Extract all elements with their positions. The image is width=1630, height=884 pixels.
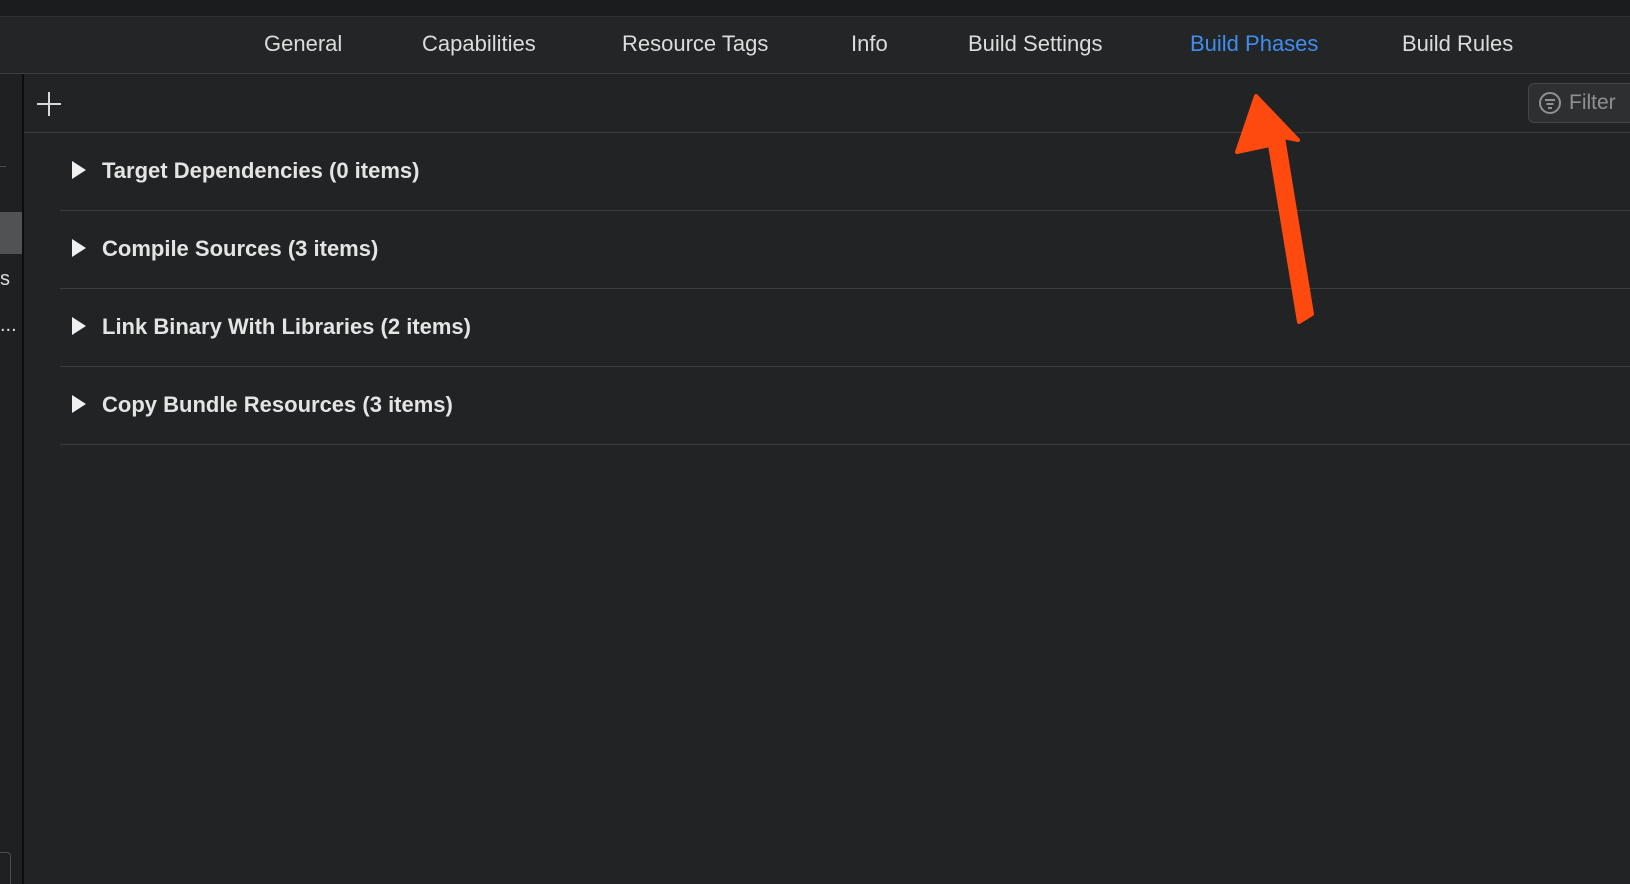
phase-copy-bundle-resources[interactable]: Copy Bundle Resources (3 items): [60, 367, 1630, 445]
sidebar-bottom-control[interactable]: [0, 852, 11, 884]
sidebar-selected-item[interactable]: [0, 212, 22, 254]
tab-build-settings[interactable]: Build Settings: [968, 17, 1103, 73]
disclosure-triangle-icon[interactable]: [72, 161, 86, 179]
tab-info[interactable]: Info: [851, 17, 888, 73]
tab-build-phases[interactable]: Build Phases: [1190, 17, 1318, 73]
filter-input[interactable]: [1569, 84, 1630, 122]
tab-capabilities[interactable]: Capabilities: [422, 17, 536, 73]
build-phases-editor: General Capabilities Resource Tags Info …: [0, 0, 1630, 884]
sidebar-divider: [0, 166, 6, 167]
sidebar-item-fragment[interactable]: s: [0, 268, 10, 291]
plus-icon[interactable]: [36, 91, 62, 117]
tab-general[interactable]: General: [264, 17, 342, 73]
disclosure-triangle-icon[interactable]: [72, 395, 86, 413]
tab-resource-tags[interactable]: Resource Tags: [622, 17, 768, 73]
tab-build-rules[interactable]: Build Rules: [1402, 17, 1513, 73]
filter-icon: [1539, 92, 1561, 114]
project-sidebar-edge: [0, 74, 24, 884]
editor-tab-bar: General Capabilities Resource Tags Info …: [0, 17, 1630, 74]
window-top-strip: [0, 0, 1630, 17]
phase-label: Link Binary With Libraries (2 items): [102, 314, 471, 339]
phase-label: Compile Sources (3 items): [102, 236, 379, 261]
sidebar-item-fragment[interactable]: ...: [0, 314, 17, 337]
phase-label: Copy Bundle Resources (3 items): [102, 392, 453, 417]
disclosure-triangle-icon[interactable]: [72, 239, 86, 257]
filter-field[interactable]: [1528, 83, 1630, 123]
phase-link-binary-with-libraries[interactable]: Link Binary With Libraries (2 items): [60, 289, 1630, 367]
disclosure-triangle-icon[interactable]: [72, 317, 86, 335]
phase-compile-sources[interactable]: Compile Sources (3 items): [60, 211, 1630, 289]
build-phases-toolbar: [24, 75, 1630, 133]
phase-target-dependencies[interactable]: Target Dependencies (0 items): [60, 133, 1630, 211]
phase-label: Target Dependencies (0 items): [102, 158, 420, 183]
